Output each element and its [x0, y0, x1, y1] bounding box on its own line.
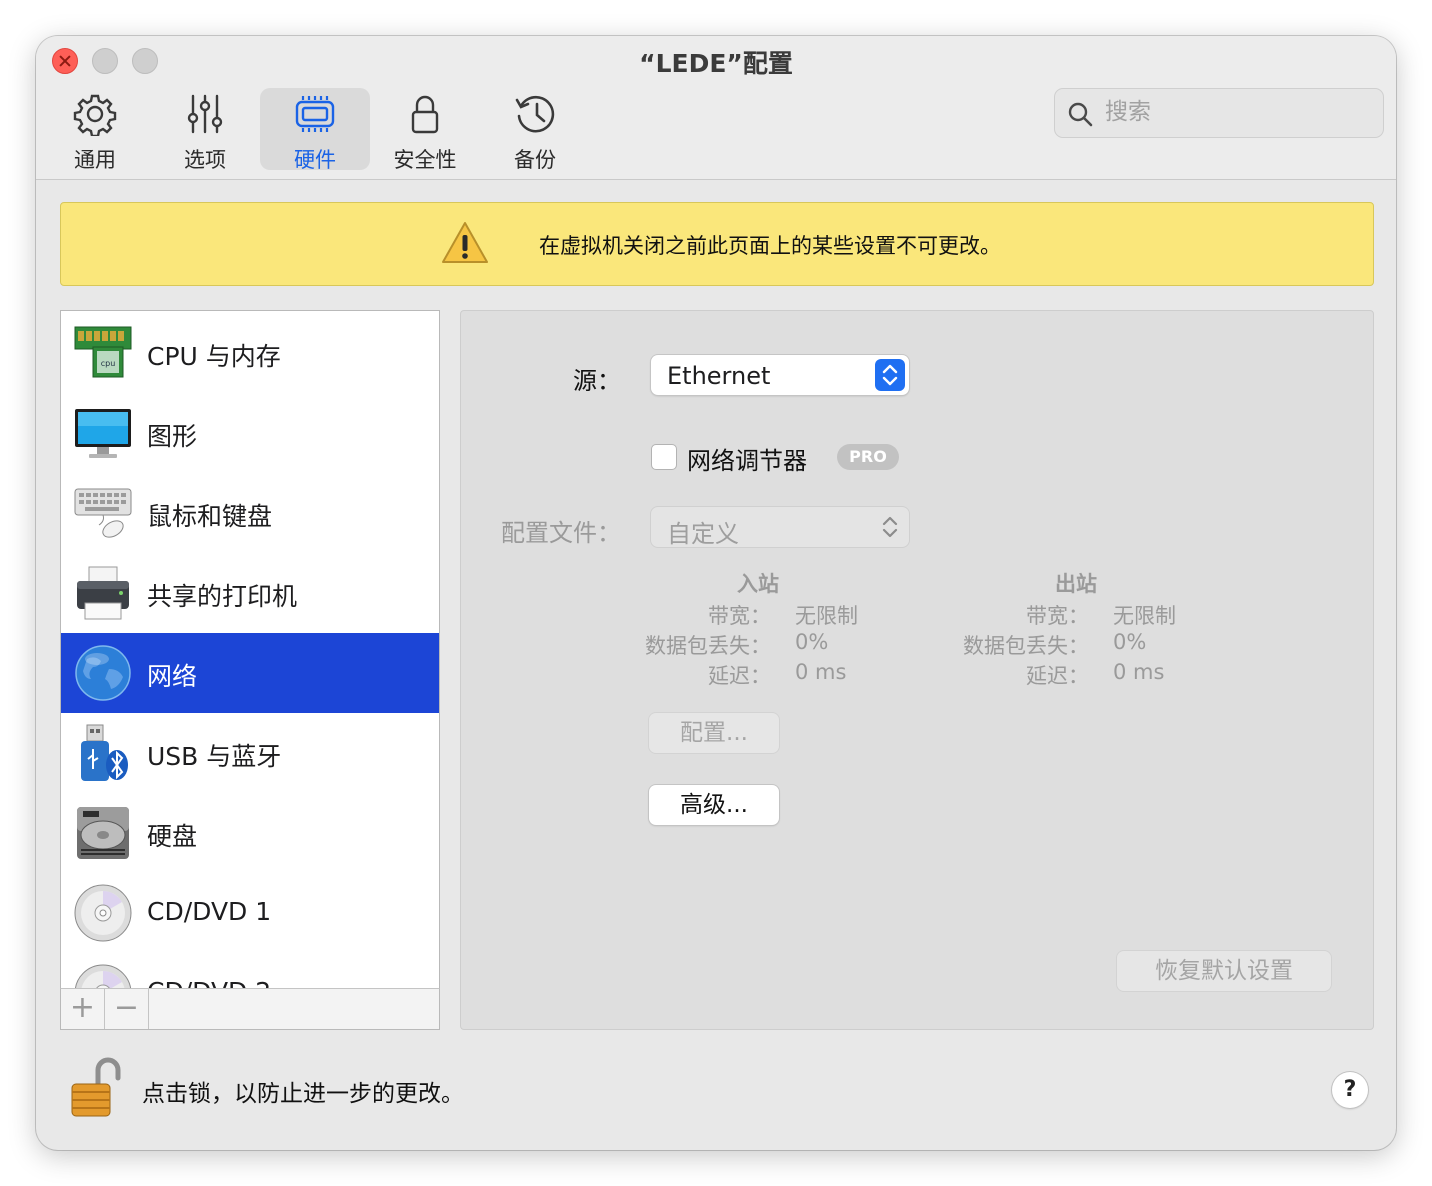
inbound-bandwidth-value: 无限制	[795, 604, 858, 628]
device-item-cpu-memory[interactable]: cpu CPU 与内存	[61, 313, 439, 393]
help-button[interactable]: ?	[1332, 1072, 1368, 1108]
remove-device-button[interactable]: −	[105, 989, 149, 1029]
device-label: USB 与蓝牙	[147, 742, 282, 771]
search-icon	[1068, 102, 1093, 127]
source-label: 源：	[573, 367, 621, 395]
inbound-title: 入站	[737, 572, 779, 596]
display-icon	[75, 409, 131, 458]
outbound-latency-value: 0 ms	[1113, 660, 1165, 684]
add-device-button[interactable]: +	[61, 989, 105, 1029]
device-item-hard-disk[interactable]: 硬盘	[61, 793, 439, 873]
history-icon	[515, 95, 555, 133]
inbound-latency-value: 0 ms	[795, 660, 847, 684]
cd-dvd-icon	[74, 884, 132, 942]
device-label: 图形	[147, 422, 198, 451]
configure-button[interactable]: 配置...	[649, 713, 779, 753]
outbound-bandwidth-label: 带宽：	[1026, 604, 1089, 628]
restore-defaults-button[interactable]: 恢复默认设置	[1117, 951, 1331, 991]
device-label: 鼠标和键盘	[147, 502, 273, 531]
chip-icon	[295, 96, 335, 132]
printer-icon	[77, 566, 129, 620]
inbound-packet-loss-value: 0%	[795, 630, 829, 654]
device-list: cpu CPU 与内存 图形 鼠标和键盘 共享的打印机 网络 USB 与蓝牙 硬…	[60, 310, 440, 990]
device-item-network[interactable]: 网络	[61, 633, 439, 713]
warning-icon	[442, 222, 488, 263]
network-settings-panel: 源： Ethernet 网络调节器 PRO 配置文件： 自定义 入站 带宽： 无…	[460, 310, 1374, 1030]
tab-backup[interactable]: 备份	[480, 88, 590, 172]
usb-bluetooth-icon	[81, 724, 128, 781]
tab-label: 备份	[514, 148, 556, 172]
hard-disk-icon	[77, 807, 129, 859]
window-title: “LEDE”配置	[639, 49, 793, 78]
warning-banner: 在虚拟机关闭之前此页面上的某些设置不可更改。	[60, 202, 1374, 286]
outbound-packet-loss-value: 0%	[1113, 630, 1147, 654]
outbound-packet-loss-label: 数据包丢失：	[963, 634, 1089, 658]
gear-icon	[73, 94, 117, 136]
inbound-bandwidth-label: 带宽：	[708, 604, 771, 628]
tab-label: 安全性	[393, 148, 457, 172]
device-label: 硬盘	[147, 822, 198, 851]
cpu-memory-icon: cpu	[74, 326, 132, 378]
tab-label: 选项	[184, 148, 226, 172]
device-label: CD/DVD 1	[147, 897, 272, 926]
svg-text:cpu: cpu	[101, 359, 116, 368]
device-item-usb-bluetooth[interactable]: USB 与蓝牙	[61, 713, 439, 793]
tab-general[interactable]: 通用	[40, 88, 150, 172]
lock-hint-text: 点击锁，以防止进一步的更改。	[142, 1081, 464, 1107]
chevron-updown-icon	[882, 516, 898, 538]
tab-options[interactable]: 选项	[150, 88, 260, 172]
warning-text: 在虚拟机关闭之前此页面上的某些设置不可更改。	[539, 234, 1001, 258]
keyboard-mouse-icon	[74, 488, 132, 538]
pro-badge: PRO	[837, 444, 899, 470]
inbound-latency-label: 延迟：	[708, 664, 771, 688]
outbound-latency-label: 延迟：	[1026, 664, 1089, 688]
chevron-updown-icon	[875, 359, 905, 391]
source-select[interactable]: Ethernet	[651, 355, 909, 395]
outbound-bandwidth-value: 无限制	[1113, 604, 1176, 628]
search-field[interactable]	[1054, 88, 1384, 138]
tab-security[interactable]: 安全性	[370, 88, 480, 172]
device-item-printer[interactable]: 共享的打印机	[61, 553, 439, 633]
device-label: 网络	[147, 662, 198, 691]
sliders-icon	[187, 94, 223, 134]
settings-window: “LEDE”配置 通用 选项 硬件 安全性 备份 搜索 在虚拟机关闭之前此页面上…	[36, 36, 1396, 1150]
device-label: 共享的打印机	[147, 582, 298, 611]
source-value: Ethernet	[667, 362, 771, 390]
profile-select[interactable]: 自定义	[651, 507, 909, 548]
device-item-graphics[interactable]: 图形	[61, 393, 439, 473]
network-conditioner-label: 网络调节器	[687, 447, 807, 475]
tab-hardware[interactable]: 硬件	[260, 88, 370, 172]
search-input[interactable]	[1105, 95, 1365, 129]
advanced-button[interactable]: 高级...	[649, 785, 779, 825]
network-conditioner-checkbox[interactable]	[651, 444, 677, 470]
tab-label: 通用	[74, 148, 116, 172]
unlocked-padlock-icon[interactable]	[68, 1056, 124, 1118]
device-item-mouse-keyboard[interactable]: 鼠标和键盘	[61, 473, 439, 553]
profile-label: 配置文件：	[501, 519, 621, 547]
device-label: CPU 与内存	[147, 342, 281, 371]
lock-icon	[411, 95, 439, 134]
device-item-cd-dvd-1[interactable]: CD/DVD 1	[61, 873, 439, 953]
outbound-title: 出站	[1055, 572, 1097, 596]
globe-icon	[75, 645, 131, 701]
device-item-cd-dvd-2[interactable]: CD/DVD 2	[61, 953, 439, 989]
tab-label: 硬件	[294, 148, 336, 172]
toolbar: “LEDE”配置 通用 选项 硬件 安全性 备份 搜索	[36, 36, 1396, 180]
device-list-footer: + −	[60, 988, 440, 1030]
inbound-packet-loss-label: 数据包丢失：	[645, 634, 771, 658]
cd-dvd-icon	[74, 964, 132, 989]
profile-value: 自定义	[667, 520, 739, 548]
